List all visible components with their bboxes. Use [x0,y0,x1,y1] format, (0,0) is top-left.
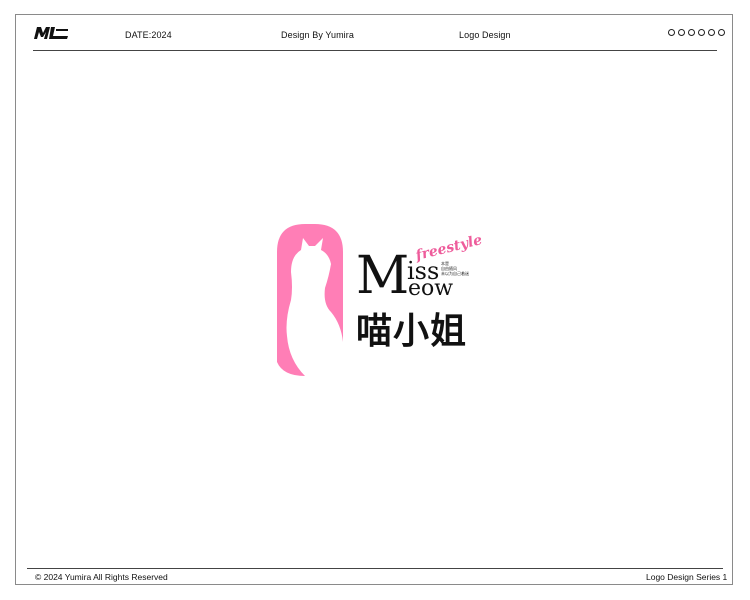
footer-series: Logo Design Series 1 [646,572,728,582]
dot-icon [678,29,685,36]
header-dots [668,29,725,36]
cat-silhouette-logo [277,224,343,376]
dot-icon [708,29,715,36]
header-category: Logo Design [459,30,511,40]
logo-chinese-name: 喵小姐 [356,311,468,352]
dot-icon [688,29,695,36]
logo-tagline-3: 未以为自己着迷 [441,271,469,276]
dot-icon [698,29,705,36]
header-designer: Design By Yumira [281,30,354,40]
dot-icon [668,29,675,36]
footer-divider [27,568,723,569]
logo-initial: M [356,246,410,306]
logo-word-eow: eow [408,276,454,301]
footer-copyright: © 2024 Yumira All Rights Reserved [35,572,168,582]
dot-icon [718,29,725,36]
ml-brand-logo [34,27,68,39]
header-date: DATE:2024 [125,30,172,40]
header-divider [33,50,717,51]
